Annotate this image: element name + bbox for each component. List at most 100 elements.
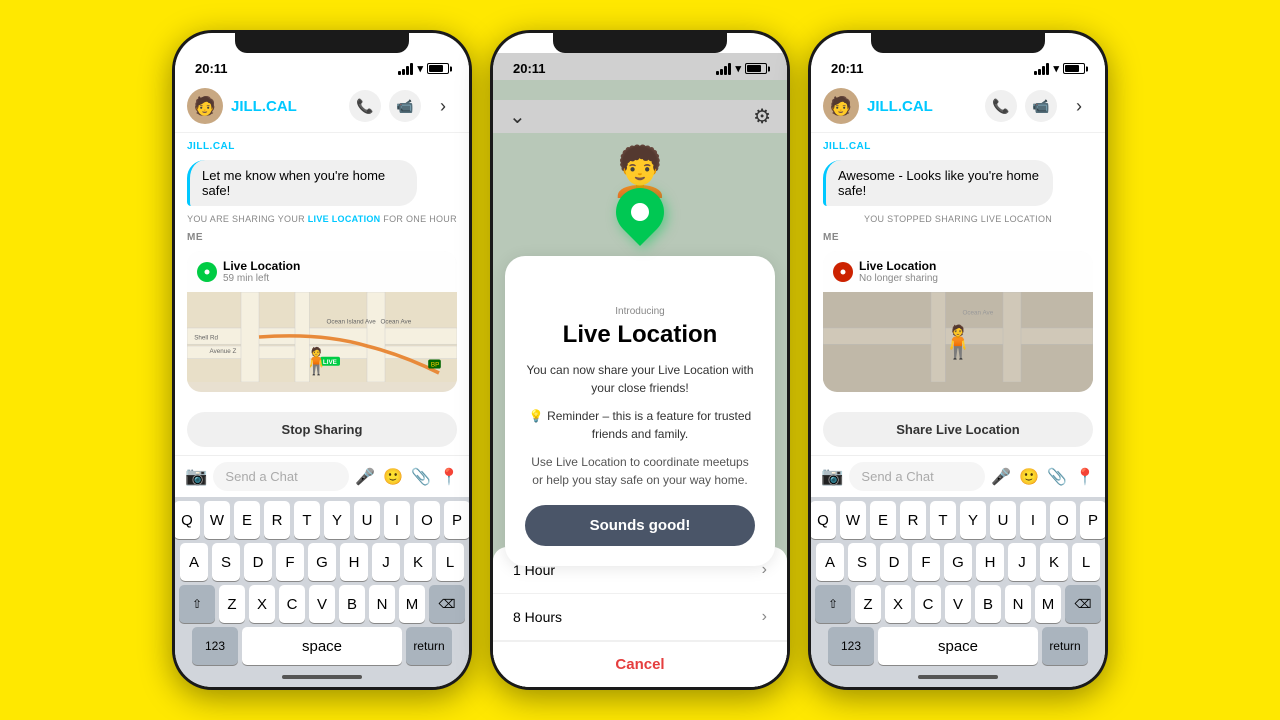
location-icon-right[interactable]: 📍 xyxy=(1075,467,1095,487)
snap-map-area: ⌄ ⚙ 🧑‍🦱 Jill.cady Introducing Live Locat… xyxy=(493,80,787,687)
more-info-button[interactable]: › xyxy=(429,92,457,120)
sharing-notice: YOU ARE SHARING YOUR LIVE LOCATION FOR O… xyxy=(187,214,457,224)
key-l-r[interactable]: L xyxy=(1072,543,1100,581)
gear-button[interactable]: ⚙ xyxy=(753,104,771,129)
phone-call-button[interactable]: 📞 xyxy=(349,90,381,122)
signal-icon-mid xyxy=(716,63,731,75)
key-u[interactable]: U xyxy=(354,501,380,539)
key-h-r[interactable]: H xyxy=(976,543,1004,581)
key-space-r[interactable]: space xyxy=(878,627,1038,665)
key-y[interactable]: Y xyxy=(324,501,350,539)
more-info-button-right[interactable]: › xyxy=(1065,92,1093,120)
key-z[interactable]: Z xyxy=(219,585,245,623)
key-shift[interactable]: ⇧ xyxy=(179,585,215,623)
key-c-r[interactable]: C xyxy=(915,585,941,623)
key-w[interactable]: W xyxy=(204,501,230,539)
video-call-button[interactable]: 📹 xyxy=(389,90,421,122)
key-w-r[interactable]: W xyxy=(840,501,866,539)
key-o-r[interactable]: O xyxy=(1050,501,1076,539)
cancel-button[interactable]: Cancel xyxy=(493,641,787,687)
emoji-icon-left[interactable]: 🙂 xyxy=(383,467,403,487)
notch-mid xyxy=(553,33,727,53)
key-space[interactable]: space xyxy=(242,627,402,665)
camera-icon-left[interactable]: 📷 xyxy=(185,466,207,487)
key-m[interactable]: M xyxy=(399,585,425,623)
key-q-r[interactable]: Q xyxy=(811,501,836,539)
key-g[interactable]: G xyxy=(308,543,336,581)
key-k-r[interactable]: K xyxy=(1040,543,1068,581)
location-icon-left[interactable]: 📍 xyxy=(439,467,459,487)
camera-icon-right[interactable]: 📷 xyxy=(821,466,843,487)
key-k[interactable]: K xyxy=(404,543,432,581)
red-dot-right xyxy=(833,262,853,282)
key-123[interactable]: 123 xyxy=(192,627,238,665)
key-i[interactable]: I xyxy=(384,501,410,539)
mic-icon-left[interactable]: 🎤 xyxy=(355,467,375,487)
emoji-icon-right[interactable]: 🙂 xyxy=(1019,467,1039,487)
chat-header-right: 🧑 JILL.CAL 📞 📹 › xyxy=(811,80,1105,133)
key-n[interactable]: N xyxy=(369,585,395,623)
key-a-r[interactable]: A xyxy=(816,543,844,581)
key-c[interactable]: C xyxy=(279,585,305,623)
key-v-r[interactable]: V xyxy=(945,585,971,623)
share-live-location-button[interactable]: Share Live Location xyxy=(823,412,1093,447)
key-u-r[interactable]: U xyxy=(990,501,1016,539)
chat-input-right[interactable]: Send a Chat xyxy=(849,462,985,491)
key-o[interactable]: O xyxy=(414,501,440,539)
chat-input-left[interactable]: Send a Chat xyxy=(213,462,349,491)
key-b-r[interactable]: B xyxy=(975,585,1001,623)
map-left: Shell Rd Avenue Z Ocean Island Ave Ocean… xyxy=(187,292,457,392)
key-n-r[interactable]: N xyxy=(1005,585,1031,623)
key-e[interactable]: E xyxy=(234,501,260,539)
key-f[interactable]: F xyxy=(276,543,304,581)
key-return-r[interactable]: return xyxy=(1042,627,1088,665)
key-backspace[interactable]: ⌫ xyxy=(429,585,465,623)
key-j[interactable]: J xyxy=(372,543,400,581)
phone-right: 20:11 ▾ 🧑 JILL.CAL 📞 📹 › JILL.CAL Awesom… xyxy=(808,30,1108,690)
sounds-good-button[interactable]: Sounds good! xyxy=(525,505,755,546)
key-backspace-r[interactable]: ⌫ xyxy=(1065,585,1101,623)
chat-body-left: JILL.CAL Let me know when you're home sa… xyxy=(175,133,469,412)
option-8-hours[interactable]: 8 Hours › xyxy=(493,594,787,641)
key-s-r[interactable]: S xyxy=(848,543,876,581)
key-l[interactable]: L xyxy=(436,543,464,581)
key-v[interactable]: V xyxy=(309,585,335,623)
key-j-r[interactable]: J xyxy=(1008,543,1036,581)
sticker-icon-left[interactable]: 📎 xyxy=(411,467,431,487)
key-z-r[interactable]: Z xyxy=(855,585,881,623)
key-shift-r[interactable]: ⇧ xyxy=(815,585,851,623)
key-t-r[interactable]: T xyxy=(930,501,956,539)
key-p-r[interactable]: P xyxy=(1080,501,1105,539)
key-g-r[interactable]: G xyxy=(944,543,972,581)
sticker-icon-right[interactable]: 📎 xyxy=(1047,467,1067,487)
key-d[interactable]: D xyxy=(244,543,272,581)
key-s[interactable]: S xyxy=(212,543,240,581)
key-x-r[interactable]: X xyxy=(885,585,911,623)
key-q[interactable]: Q xyxy=(175,501,200,539)
key-b[interactable]: B xyxy=(339,585,365,623)
header-actions-right: 📞 📹 › xyxy=(985,90,1093,122)
key-e-r[interactable]: E xyxy=(870,501,896,539)
key-d-r[interactable]: D xyxy=(880,543,908,581)
key-x[interactable]: X xyxy=(249,585,275,623)
key-a[interactable]: A xyxy=(180,543,208,581)
key-123-r[interactable]: 123 xyxy=(828,627,874,665)
key-i-r[interactable]: I xyxy=(1020,501,1046,539)
key-y-r[interactable]: Y xyxy=(960,501,986,539)
down-arrow-button[interactable]: ⌄ xyxy=(509,104,526,129)
key-t[interactable]: T xyxy=(294,501,320,539)
key-r[interactable]: R xyxy=(264,501,290,539)
key-return[interactable]: return xyxy=(406,627,452,665)
key-p[interactable]: P xyxy=(444,501,469,539)
wifi-icon-right: ▾ xyxy=(1053,62,1059,75)
chat-input-icons-left: 🎤 🙂 📎 📍 xyxy=(355,467,459,487)
video-call-button-right[interactable]: 📹 xyxy=(1025,90,1057,122)
key-h[interactable]: H xyxy=(340,543,368,581)
key-m-r[interactable]: M xyxy=(1035,585,1061,623)
mic-icon-right[interactable]: 🎤 xyxy=(991,467,1011,487)
phone-call-button-right[interactable]: 📞 xyxy=(985,90,1017,122)
key-r-r[interactable]: R xyxy=(900,501,926,539)
key-f-r[interactable]: F xyxy=(912,543,940,581)
stop-sharing-button[interactable]: Stop Sharing xyxy=(187,412,457,447)
sender-label-right: JILL.CAL xyxy=(823,141,1093,152)
